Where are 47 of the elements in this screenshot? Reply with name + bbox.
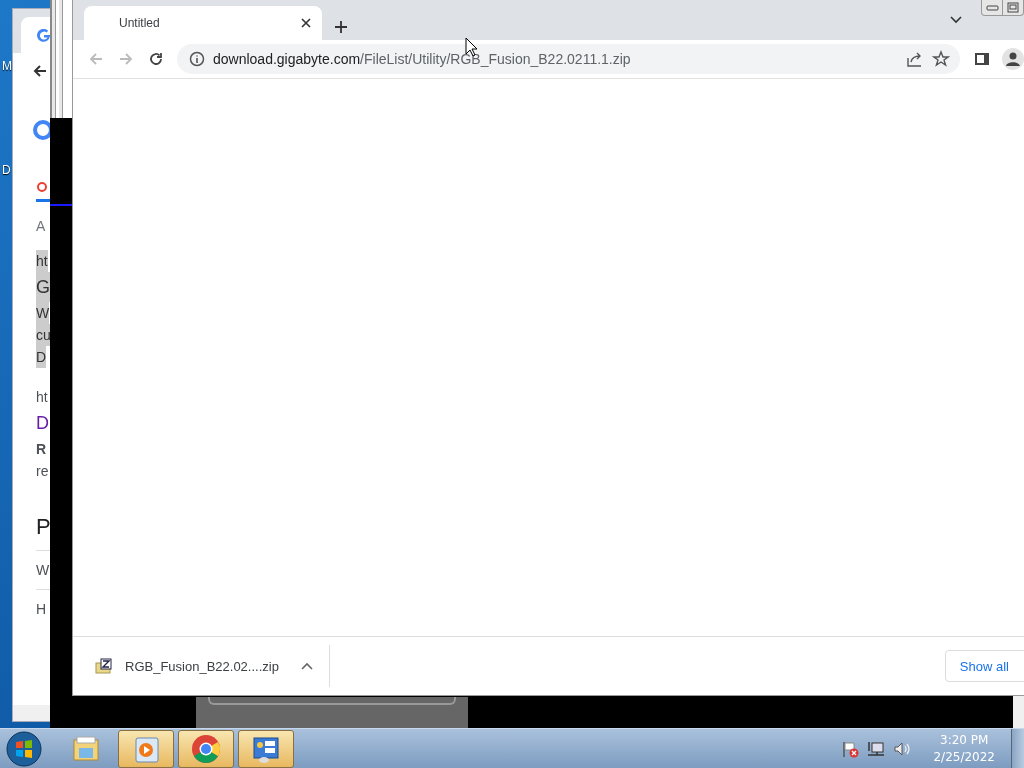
result-text: R bbox=[36, 440, 47, 459]
result-text: G bbox=[36, 272, 50, 302]
google-logo-icon bbox=[32, 119, 51, 141]
url-text: download.gigabyte.com/FileList/Utility/RGB_Fusion_B22.0211.1.zip bbox=[213, 51, 632, 67]
show-desktop-button[interactable] bbox=[1011, 728, 1024, 768]
reload-icon[interactable] bbox=[147, 50, 165, 68]
chevron-down-icon[interactable] bbox=[950, 16, 962, 24]
profile-icon[interactable] bbox=[1002, 48, 1024, 70]
result-text: cu bbox=[36, 324, 51, 346]
result-text: A bbox=[36, 218, 46, 234]
taskbar-button[interactable] bbox=[238, 729, 294, 768]
back-arrow-icon[interactable] bbox=[32, 63, 48, 79]
result-text: W bbox=[36, 302, 50, 324]
folder-icon bbox=[71, 733, 101, 764]
browser-tab[interactable] bbox=[21, 17, 51, 53]
result-text: H bbox=[36, 600, 47, 619]
desktop-icon-label[interactable]: D bbox=[2, 163, 11, 177]
result-text: ht bbox=[36, 388, 48, 407]
star-icon[interactable] bbox=[932, 50, 950, 68]
caret-up-icon[interactable] bbox=[300, 662, 313, 670]
chrome-icon bbox=[191, 733, 221, 764]
show-all-button[interactable]: Show all bbox=[944, 650, 1024, 682]
tab-underline bbox=[50, 204, 72, 206]
info-icon[interactable] bbox=[189, 51, 205, 67]
horizontal-scrollbar[interactable] bbox=[13, 705, 51, 721]
result-text: D bbox=[36, 346, 47, 368]
new-tab-plus-icon[interactable] bbox=[334, 20, 348, 34]
side-panel-icon[interactable] bbox=[974, 51, 990, 67]
start-orb-icon[interactable] bbox=[6, 730, 42, 767]
all-search-icon bbox=[36, 181, 48, 193]
download-item[interactable]: RGB_Fusion_B22.02....zip bbox=[73, 645, 330, 687]
address-bar[interactable]: download.gigabyte.com/FileList/Utility/RGB_Fusion_B22.0211.1.zip bbox=[177, 44, 960, 74]
vertical-scrollbar[interactable] bbox=[1013, 696, 1024, 728]
network-icon[interactable] bbox=[867, 739, 886, 758]
taskbar-button[interactable] bbox=[118, 729, 174, 768]
result-text: P bbox=[36, 513, 51, 541]
browser-tab[interactable]: Untitled bbox=[84, 6, 322, 40]
desktop-icon-label[interactable]: M bbox=[2, 59, 12, 73]
result-link[interactable]: D bbox=[36, 408, 49, 438]
result-text: re bbox=[36, 462, 49, 481]
result-text: ht bbox=[36, 250, 48, 272]
zip-file-icon bbox=[95, 658, 113, 674]
taskbar-button[interactable] bbox=[178, 729, 234, 768]
result-text: W bbox=[36, 561, 50, 580]
share-icon[interactable] bbox=[906, 50, 924, 68]
flag-error-icon[interactable] bbox=[841, 739, 860, 758]
google-logo-icon bbox=[37, 29, 51, 43]
